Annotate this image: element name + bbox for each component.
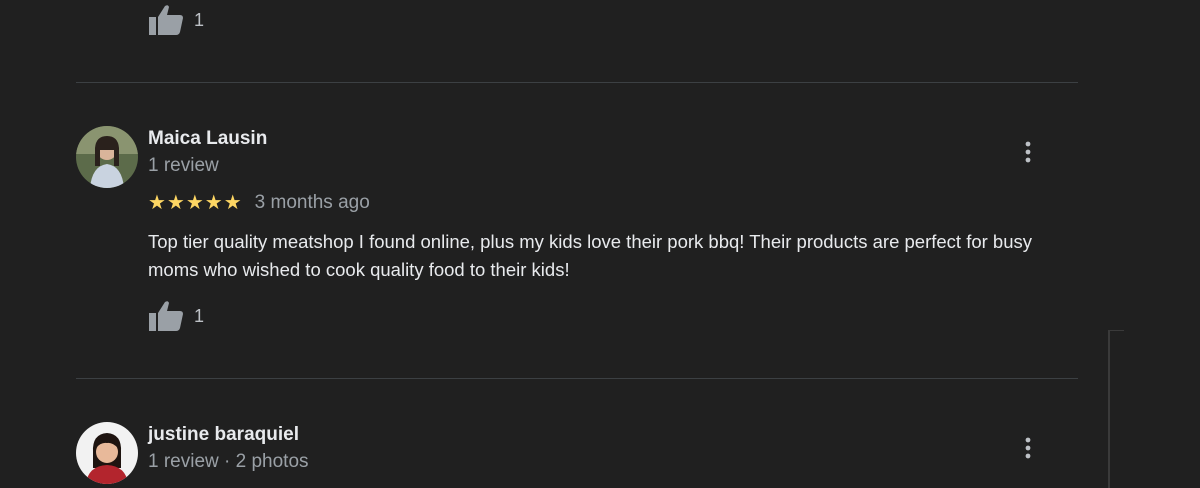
thumbs-up-icon[interactable]	[148, 4, 184, 36]
more-vert-icon	[1025, 141, 1031, 163]
more-options-button[interactable]	[1016, 138, 1040, 166]
reviewer-meta[interactable]: 1 review	[148, 155, 219, 177]
rating-row: ★★★★★ 3 months ago	[148, 190, 370, 215]
like-row: 1	[148, 300, 204, 332]
avatar[interactable]	[76, 422, 138, 484]
scrollbar[interactable]	[1108, 330, 1124, 488]
more-vert-icon	[1025, 437, 1031, 459]
avatar[interactable]	[76, 126, 138, 188]
avatar-photo	[76, 126, 138, 188]
avatar-photo	[76, 422, 138, 484]
review-card: Maica Lausin 1 review ★★★★★ 3 months ago…	[76, 126, 1078, 346]
review-date: 3 months ago	[254, 191, 370, 213]
review-text: Top tier quality meatshop I found online…	[148, 231, 1033, 280]
review-divider	[76, 82, 1078, 83]
like-count: 1	[194, 305, 205, 326]
like-row: 1	[148, 4, 204, 36]
review-divider	[76, 378, 1078, 379]
star-rating: ★★★★★	[148, 192, 243, 214]
like-count: 1	[194, 9, 205, 30]
reviewer-name[interactable]: Maica Lausin	[148, 128, 267, 150]
more-options-button[interactable]	[1016, 434, 1040, 462]
reviews-page: 1 Maica Lausin 1 review ★★★★★ 3 months a…	[0, 0, 1200, 488]
review-card: justine baraquiel 1 review · 2 photos	[76, 422, 1078, 488]
reviewer-meta[interactable]: 1 review · 2 photos	[148, 451, 309, 473]
thumbs-up-icon[interactable]	[148, 300, 184, 332]
reviewer-name[interactable]: justine baraquiel	[148, 424, 299, 446]
